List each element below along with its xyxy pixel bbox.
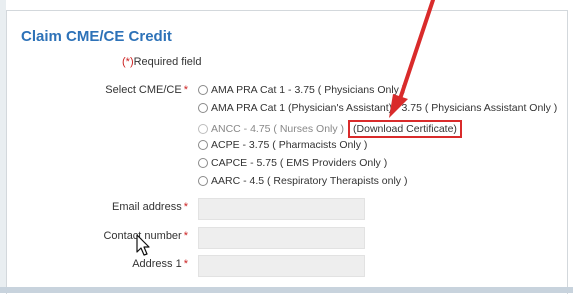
required-note-star: (*) xyxy=(122,56,134,68)
option-label: AMA PRA Cat 1 (Physician's Assistant) - … xyxy=(211,102,558,114)
option-ama-physician-assistant[interactable]: AMA PRA Cat 1 (Physician's Assistant) - … xyxy=(198,102,557,114)
address-1-label: Address 1 * xyxy=(48,258,188,270)
option-label: ACPE - 3.75 ( Pharmacists Only ) xyxy=(211,139,368,151)
option-acpe-pharmacists[interactable]: ACPE - 3.75 ( Pharmacists Only ) xyxy=(198,139,367,151)
required-star: * xyxy=(183,230,188,242)
contact-number-field[interactable] xyxy=(198,227,365,249)
radio-button[interactable] xyxy=(198,103,208,113)
option-label: CAPCE - 5.75 ( EMS Providers Only ) xyxy=(211,157,388,169)
select-cme-label: Select CME/CE * xyxy=(48,84,188,96)
required-field-note: (*)Required field xyxy=(122,56,201,68)
address-1-field[interactable] xyxy=(198,255,365,277)
option-aarc-respiratory[interactable]: AARC - 4.5 ( Respiratory Therapists only… xyxy=(198,175,407,187)
option-label: AARC - 4.5 ( Respiratory Therapists only… xyxy=(211,175,408,187)
radio-button[interactable] xyxy=(198,158,208,168)
option-ama-physicians[interactable]: AMA PRA Cat 1 - 3.75 ( Physicians Only ) xyxy=(198,84,405,96)
email-label: Email address * xyxy=(48,201,188,213)
radio-button[interactable] xyxy=(198,140,208,150)
select-cme-label-text: Select CME/CE xyxy=(105,84,182,96)
contact-number-label: Contact number * xyxy=(48,230,188,242)
page-title: Claim CME/CE Credit xyxy=(21,28,172,45)
address-1-label-text: Address 1 xyxy=(132,258,182,270)
contact-number-label-text: Contact number xyxy=(103,230,182,242)
bottom-scroll-edge xyxy=(0,287,573,293)
claim-credit-panel xyxy=(6,10,568,294)
download-certificate-text: Download Certificate xyxy=(356,123,454,135)
option-ancc-nurses: ANCC - 4.75 ( Nurses Only ) (Download Ce… xyxy=(198,120,462,138)
option-capce-ems[interactable]: CAPCE - 5.75 ( EMS Providers Only ) xyxy=(198,157,387,169)
email-field[interactable] xyxy=(198,198,365,220)
option-label: ANCC - 4.75 ( Nurses Only ) xyxy=(211,123,345,135)
option-label: AMA PRA Cat 1 - 3.75 ( Physicians Only ) xyxy=(211,84,406,96)
email-label-text: Email address xyxy=(112,201,182,213)
required-star: * xyxy=(183,201,188,213)
radio-button[interactable] xyxy=(198,176,208,186)
required-star: * xyxy=(183,84,188,96)
required-star: * xyxy=(183,258,188,270)
required-note-text: Required field xyxy=(133,56,202,68)
radio-button-disabled xyxy=(198,124,208,134)
download-certificate-link[interactable]: (Download Certificate) xyxy=(348,120,462,138)
radio-button[interactable] xyxy=(198,85,208,95)
